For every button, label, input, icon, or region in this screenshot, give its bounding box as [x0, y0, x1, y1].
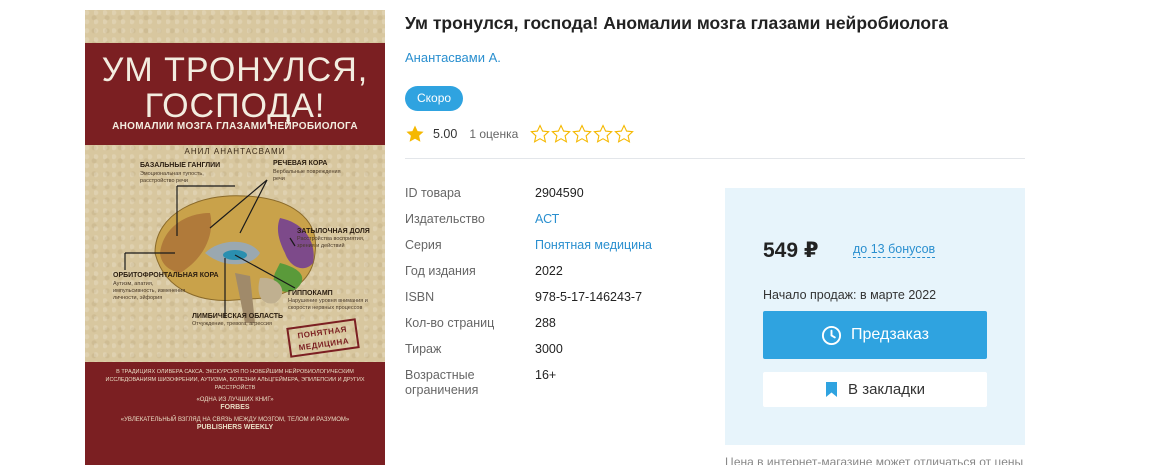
product-title: Ум тронулся, господа! Аномалии мозга гла…	[405, 13, 949, 33]
cover-label-occipital: ЗАТЫЛОЧНАЯ ДОЛЯ	[297, 228, 370, 235]
preorder-button[interactable]: Предзаказ	[763, 311, 987, 359]
sale-start: Начало продаж: в марте 2022	[763, 288, 937, 302]
spec-key: Год издания	[405, 264, 476, 278]
cover-author: АНИЛ АНАНТАСВАМИ	[184, 147, 286, 156]
cover-label-basal: БАЗАЛЬНЫЕ ГАНГЛИИ	[140, 162, 221, 169]
cover-blurb: В ТРАДИЦИЯХ ОЛИВЕРА САКСА. ЭКСКУРСИЯ ПО …	[105, 369, 365, 391]
cover-press2: PUBLISHERS WEEKLY	[196, 424, 274, 431]
spec-row: Издательство АСТ	[405, 212, 705, 227]
cover-title-line1: УМ ТРОНУЛСЯ,	[101, 51, 369, 89]
cover-label-limbic: ЛИМБИЧЕСКАЯ ОБЛАСТЬ	[192, 313, 284, 320]
cover-note-hippo: Нарушение уровня внимания и скорости нер…	[288, 298, 368, 311]
spec-key: Серия	[405, 238, 442, 252]
rating-count: 1 оценка	[469, 127, 519, 141]
cover-note-basal: Эмоциональная тупость, расстройство речи	[140, 171, 204, 184]
spec-value: 3000	[535, 342, 563, 356]
star-filled-icon	[406, 125, 424, 142]
bonus-link[interactable]: до 13 бонусов	[853, 242, 936, 258]
spec-key: Возрастные ограничения	[405, 368, 479, 397]
series-link[interactable]: Понятная медицина	[535, 238, 652, 253]
rate-stars	[530, 124, 635, 144]
publisher-link[interactable]: АСТ	[535, 212, 559, 227]
spec-row: Серия Понятная медицина	[405, 238, 705, 253]
product-specs: ID товара 2904590 Издательство АСТ Серия…	[405, 186, 705, 409]
spec-row: ID товара 2904590	[405, 186, 705, 201]
cover-press1: FORBES	[220, 404, 250, 411]
price-footnote: Цена в интернет-магазине может отличатьс…	[725, 455, 1025, 465]
spec-row: Год издания 2022	[405, 264, 705, 279]
cover-note-speech: Вербальные повреждения речи	[273, 169, 341, 182]
star-outline-icon[interactable]	[530, 124, 551, 144]
price: 549 ₽	[763, 239, 819, 262]
cover-title: УМ ТРОНУЛСЯ, ГОСПОДА!	[85, 52, 385, 124]
book-cover[interactable]: УМ ТРОНУЛСЯ, ГОСПОДА! АНОМАЛИИ МОЗГА ГЛА…	[85, 10, 385, 465]
spec-row: Возрастные ограничения 16+	[405, 368, 705, 398]
author-link[interactable]: Анантасвами А.	[405, 50, 501, 65]
cover-press1-quote: «ОДНА ИЗ ЛУЧШИХ КНИГ»	[196, 397, 274, 403]
clock-icon	[821, 325, 842, 345]
preorder-label: Предзаказ	[851, 326, 929, 343]
bookmark-icon	[826, 382, 838, 397]
spec-row: ISBN 978-5-17-146243-7	[405, 290, 705, 305]
spec-row: Кол-во страниц 288	[405, 316, 705, 331]
cover-note-occipital: Расстройства восприятия, зрения и действ…	[297, 236, 365, 249]
spec-key: Издательство	[405, 212, 485, 226]
spec-key: ISBN	[405, 290, 435, 304]
spec-key: Кол-во страниц	[405, 316, 495, 330]
rating-row: 5.00 1 оценка	[405, 123, 635, 145]
spec-value: 2022	[535, 264, 563, 278]
star-outline-icon[interactable]	[593, 124, 614, 144]
spec-key: Тираж	[405, 342, 442, 356]
star-outline-icon[interactable]	[614, 124, 635, 144]
cover-title-line2: ГОСПОДА!	[144, 87, 326, 125]
spec-value: 16+	[535, 368, 557, 382]
cover-press2-quote: «УВЛЕКАТЕЛЬНЫЙ ВЗГЛЯД НА СВЯЗЬ МЕЖДУ МОЗ…	[120, 417, 350, 423]
cover-label-speech: РЕЧЕВАЯ КОРА	[273, 160, 328, 167]
spec-value: 978-5-17-146243-7	[535, 290, 643, 304]
spec-value: 288	[535, 316, 556, 330]
cover-label-hippo: ГИППОКАМП	[288, 290, 333, 297]
cover-note-orbito: Аутизм, апатия, импульсивность, изменени…	[113, 281, 186, 301]
star-outline-icon[interactable]	[551, 124, 572, 144]
star-outline-icon[interactable]	[572, 124, 593, 144]
cover-subtitle: АНОМАЛИИ МОЗГА ГЛАЗАМИ НЕЙРОБИОЛОГА	[112, 121, 358, 132]
cover-note-limbic: Отчуждение, тревога, агрессия	[192, 321, 272, 327]
bookmark-label: В закладки	[848, 381, 925, 398]
bookmark-button[interactable]: В закладки	[763, 372, 987, 407]
cover-label-orbito: ОРБИТОФРОНТАЛЬНАЯ КОРА	[113, 272, 219, 279]
spec-key: ID товара	[405, 186, 461, 200]
rating-value: 5.00	[433, 127, 458, 141]
divider	[405, 158, 1025, 159]
spec-value: 2904590	[535, 186, 584, 200]
status-badge: Скоро	[405, 86, 464, 111]
spec-row: Тираж 3000	[405, 342, 705, 357]
buy-box: 549 ₽ до 13 бонусов Начало продаж: в мар…	[725, 188, 1025, 445]
